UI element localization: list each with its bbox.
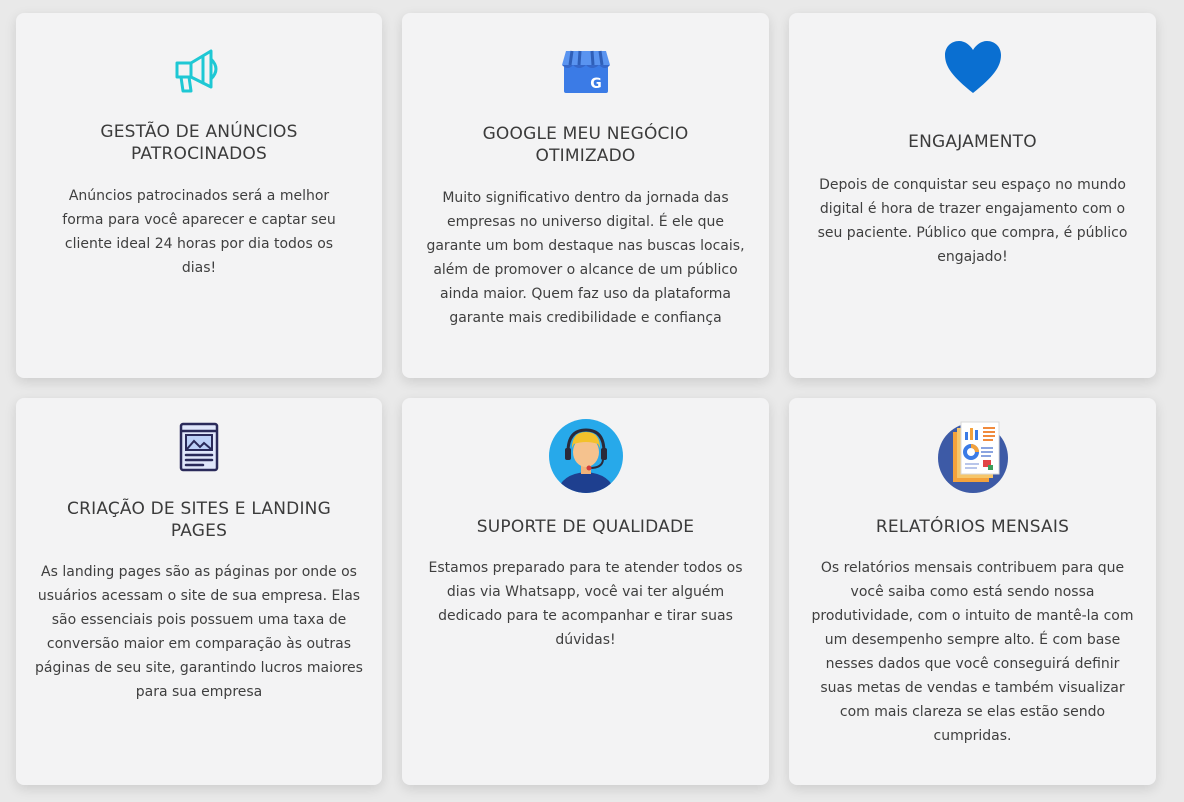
card-title: RELATÓRIOS MENSAIS <box>875 517 1070 537</box>
card-icon-container <box>809 398 1136 494</box>
heart-icon <box>944 41 1001 93</box>
report-icon <box>937 421 1008 493</box>
card-description: Os relatórios mensais contribuem para qu… <box>811 560 1134 744</box>
service-card-quality-support: SUPORTE DE QUALIDADE Estamos preparado p… <box>402 398 769 785</box>
card-icon-container: G <box>422 13 749 95</box>
card-title: GESTÃO DE ANÚNCIOS PATROCINADOS <box>100 122 298 164</box>
card-title: ENGAJAMENTO <box>908 132 1037 152</box>
service-card-engagement: ENGAJAMENTO Depois de conquistar seu esp… <box>789 13 1156 378</box>
landing-page-icon <box>179 422 219 472</box>
card-description: Estamos preparado para te atender todos … <box>428 560 743 648</box>
service-card-sponsored-ads: GESTÃO DE ANÚNCIOS PATROCINADOS Anúncios… <box>16 13 382 378</box>
card-icon-container <box>36 13 362 95</box>
service-card-monthly-reports: RELATÓRIOS MENSAIS Os relatórios mensais… <box>789 398 1156 785</box>
card-icon-container <box>809 13 1136 95</box>
card-title: GOOGLE MEU NEGÓCIO OTIMIZADO <box>482 124 689 166</box>
service-card-google-my-business: G GOOGLE MEU NEGÓCIO OTIMIZADO Muito sig… <box>402 13 769 378</box>
card-icon-container <box>32 398 366 472</box>
card-description: Depois de conquistar seu espaço no mundo… <box>817 177 1128 265</box>
card-icon-container <box>422 398 749 494</box>
google-my-business-icon: G <box>561 50 610 93</box>
support-agent-icon <box>548 419 623 493</box>
card-description: Anúncios patrocinados será a melhor form… <box>62 188 336 276</box>
svg-text:G: G <box>590 76 602 92</box>
service-card-sites-landing-pages: CRIAÇÃO DE SITES E LANDING PAGES As land… <box>16 398 382 785</box>
card-description: As landing pages são as páginas por onde… <box>35 564 363 700</box>
card-title: CRIAÇÃO DE SITES E LANDING PAGES <box>67 499 331 541</box>
services-grid: GESTÃO DE ANÚNCIOS PATROCINADOS Anúncios… <box>16 13 1156 785</box>
card-description: Muito significativo dentro da jornada da… <box>426 190 745 326</box>
megaphone-icon <box>175 49 218 93</box>
card-title: SUPORTE DE QUALIDADE <box>476 517 695 537</box>
